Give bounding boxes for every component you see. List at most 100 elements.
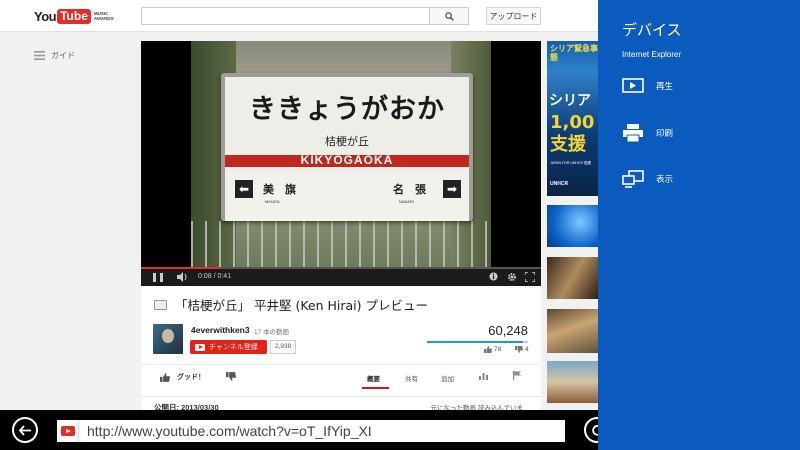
bar-chart-icon [479,373,488,380]
action-row: グッド！ 概要 共有 追加 [141,364,541,389]
hamburger-icon [34,51,45,60]
video-player[interactable]: ききょうがおか 桔梗が丘 KIKYŌGAOKA ⬅ 美 旗 MIHATA 名 張… [141,41,541,286]
ie-address-bar [0,410,610,450]
video-title: 「桔梗が丘」 平井堅 (Ken Hirai) プレビュー [175,298,428,313]
charm-item-print[interactable]: 印刷 [622,120,792,146]
dislike-count[interactable]: 4 [515,346,529,353]
play-to-icon [622,78,644,93]
like-ratio-fill [427,341,523,343]
channel-video-count[interactable]: 17 本の動画 [254,326,289,336]
charm-subtitle: Internet Explorer [622,50,682,59]
like-button-label: グッド！ [177,374,205,381]
pause-button[interactable] [153,273,163,282]
view-count: 60,248 [488,323,528,338]
site-favicon [57,420,79,442]
sign-prev-romaji: MIHATA [265,199,280,204]
sign-kanji: 桔梗が丘 [325,135,369,148]
logo-tube: Tube [57,8,91,24]
player-controls: 0:08 / 0:41 [141,267,541,286]
annotations-button[interactable] [488,272,499,283]
address-input[interactable] [79,420,565,442]
pause-icon [153,273,156,282]
logo-awards: MUSIC AWARDS [93,11,114,21]
sign-next-station: 名 張 [393,183,426,196]
sign-next-romaji: NABARI [399,199,414,204]
tab-share[interactable]: 共有 [405,373,418,383]
fullscreen-button[interactable] [523,271,536,283]
tab-add[interactable]: 追加 [441,373,454,383]
search-input[interactable] [141,7,430,25]
like-button[interactable]: グッド！ [160,372,205,382]
active-tab-indicator [362,387,389,389]
guide-label: ガイド [51,51,75,60]
youtube-icon [195,343,205,351]
charm-item-label: 印刷 [656,129,674,139]
video-frame[interactable]: ききょうがおか 桔梗が丘 KIKYŌGAOKA ⬅ 美 旗 MIHATA 名 張… [191,41,491,269]
dislike-count-value: 4 [525,346,529,353]
tab-overview[interactable]: 概要 [367,373,380,383]
charm-item-label: 表示 [656,175,674,185]
youtube-logo[interactable]: You Tube MUSIC AWARDS [34,8,116,24]
sign-hiragana: ききょうがおか [249,94,445,125]
gear-icon [507,273,516,281]
devices-charm: デバイス Internet Explorer 再生 印刷 表示 [598,0,800,450]
progress-fill [141,267,219,269]
subscribe-button[interactable]: チャンネル登録 [190,340,267,354]
sign-lower-panel [225,171,469,221]
ad-headline: シリア緊急事態 [550,44,598,62]
thumbs-up-icon [484,346,492,353]
subscriber-count: 2,938 [270,340,297,354]
charm-title: デバイス [622,21,682,39]
report-button[interactable] [513,371,521,382]
logo-you: You [34,8,57,24]
charm-item-label: 再生 [656,82,674,92]
thumbs-down-icon [515,346,523,353]
channel-avatar[interactable] [153,324,183,354]
ad-footer: JAPAN FOR UNHCR 国連 [550,161,591,165]
like-count-value: 78 [494,346,502,353]
video-info: 「桔梗が丘」 平井堅 (Ken Hirai) プレビュー 4everwithke… [141,286,541,412]
video-fence [191,221,491,269]
progress-bar[interactable] [141,267,541,269]
time-display: 0:08 / 0:41 [198,273,232,280]
related-video-thumbnail[interactable] [547,205,598,247]
upload-button[interactable]: アップロード [486,7,541,25]
volume-button[interactable] [177,272,191,283]
like-count[interactable]: 78 [484,346,501,353]
flag-icon [513,371,521,380]
related-video-thumbnail[interactable] [547,361,598,403]
dislike-button[interactable] [226,372,236,383]
address-box [57,420,565,442]
search-icon [444,11,454,21]
charm-item-play[interactable]: 再生 [622,73,792,99]
ad-org: UNHCR [550,181,569,187]
sign-prev-station: 美 旗 [263,183,296,196]
left-arrow-icon: ⬅ [235,180,253,198]
back-button[interactable] [12,417,38,443]
related-video-thumbnail[interactable] [547,309,598,353]
station-sign: ききょうがおか 桔梗が丘 KIKYŌGAOKA ⬅ 美 旗 MIHATA 名 張… [221,73,473,221]
printer-icon [623,124,643,142]
guide-button[interactable]: ガイド [34,50,75,61]
search-button[interactable] [429,7,469,25]
settings-button[interactable] [506,272,517,283]
fullscreen-icon [523,271,536,283]
subscribe-label: チャンネル登録 [209,344,258,351]
ad-banner[interactable]: シリア緊急事態 シリア 1,00 支援 JAPAN FOR UNHCR 国連 U… [547,41,598,196]
right-arrow-icon: ➡ [443,180,461,198]
project-icon [622,170,644,188]
sign-romaji: KIKYŌGAOKA [300,153,394,167]
ad-line-2: 1,00 [550,112,595,133]
charm-item-project[interactable]: 表示 [622,166,792,192]
youtube-icon [60,426,75,436]
related-video-thumbnail[interactable] [547,257,598,299]
volume-icon [177,272,187,282]
playlist-icon [154,299,167,310]
back-arrow-icon [18,424,31,436]
ad-line-3: 支援 [550,134,586,155]
thumbs-down-icon [226,372,236,381]
info-divider [141,396,541,397]
thumbs-up-icon [160,372,170,382]
stats-button[interactable] [479,372,488,382]
channel-name[interactable]: 4everwithken3 [191,325,250,335]
